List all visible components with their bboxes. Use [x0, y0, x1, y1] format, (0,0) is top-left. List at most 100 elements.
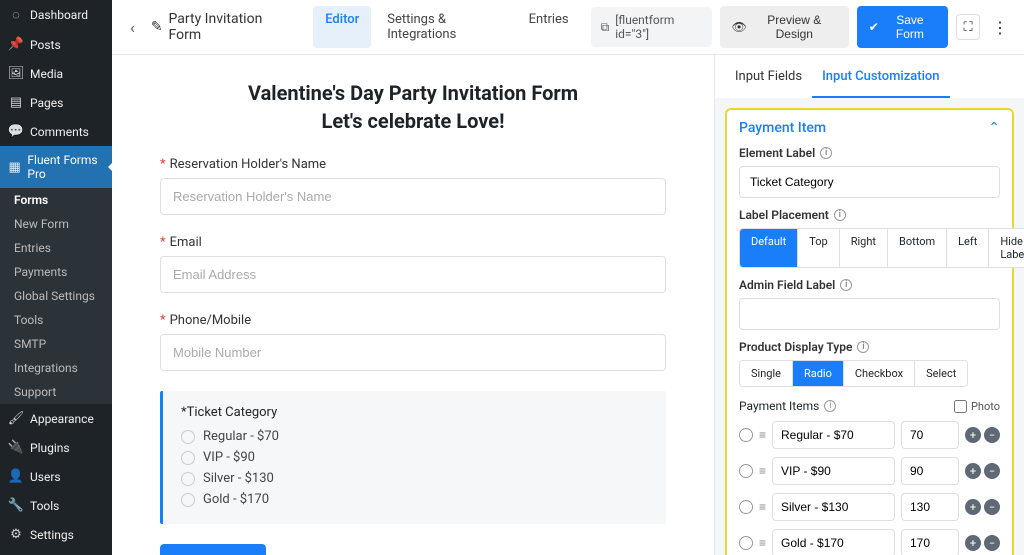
- wp-nav-collapse[interactable]: ◀Collapse menu: [0, 549, 112, 555]
- add-item-button[interactable]: +: [965, 535, 981, 551]
- remove-item-button[interactable]: −: [984, 499, 1000, 515]
- pill-default[interactable]: Default: [740, 229, 798, 267]
- preview-button[interactable]: 👁Preview & Design: [720, 6, 849, 48]
- tab-input-customization[interactable]: Input Customization: [812, 55, 949, 98]
- item-value-input[interactable]: [901, 493, 959, 521]
- app-root: ◌Dashboard 📌Posts 🖼Media ▤Pages 💬Comment…: [0, 0, 1024, 555]
- form-canvas: Valentine's Day Party Invitation Form Le…: [112, 55, 714, 555]
- row-radio[interactable]: [739, 536, 753, 550]
- back-button[interactable]: ‹: [124, 14, 141, 41]
- wp-nav-appearance[interactable]: 🖌Appearance: [0, 404, 112, 433]
- tab-entries[interactable]: Entries: [517, 6, 581, 48]
- radio-icon: [181, 472, 195, 486]
- ticket-option[interactable]: Regular - $70: [181, 426, 648, 447]
- ticket-option[interactable]: Gold - $170: [181, 489, 648, 510]
- row-radio[interactable]: [739, 464, 753, 478]
- pill-checkbox[interactable]: Checkbox: [844, 361, 915, 386]
- item-value-input[interactable]: [901, 529, 959, 555]
- wp-sub-tools[interactable]: Tools: [0, 308, 112, 332]
- wp-nav-settings[interactable]: ⚙Settings: [0, 520, 112, 549]
- wp-sub-entries[interactable]: Entries: [0, 236, 112, 260]
- pill-radio[interactable]: Radio: [793, 361, 844, 386]
- shortcode-badge[interactable]: ⧉ [fluentform id="3"]: [591, 7, 712, 47]
- item-name-input[interactable]: [772, 529, 895, 555]
- remove-item-button[interactable]: −: [984, 427, 1000, 443]
- item-name-input[interactable]: [772, 457, 895, 485]
- drag-handle-icon[interactable]: ≡: [759, 428, 766, 442]
- pill-top[interactable]: Top: [798, 229, 839, 267]
- info-icon[interactable]: i: [834, 209, 846, 221]
- field-name[interactable]: *Reservation Holder's Name: [160, 157, 666, 215]
- panel-header-payment-item[interactable]: Payment Item ⌃: [739, 120, 1000, 136]
- element-label-input[interactable]: [739, 166, 1000, 198]
- field-email-input[interactable]: [160, 256, 666, 293]
- info-icon[interactable]: i: [824, 400, 836, 412]
- element-label-title: Element Labeli: [739, 146, 1000, 160]
- ticket-option[interactable]: VIP - $90: [181, 447, 648, 468]
- pill-left[interactable]: Left: [947, 229, 989, 267]
- form-title-crumb[interactable]: Party Invitation Form: [169, 11, 290, 43]
- pill-hide[interactable]: Hide Label: [989, 229, 1024, 267]
- wp-nav-media[interactable]: 🖼Media: [0, 59, 112, 88]
- pill-bottom[interactable]: Bottom: [888, 229, 947, 267]
- wp-sub-forms[interactable]: Forms: [0, 188, 112, 212]
- photo-checkbox[interactable]: Photo: [954, 400, 1000, 413]
- info-icon[interactable]: i: [857, 341, 869, 353]
- row-radio[interactable]: [739, 428, 753, 442]
- pill-single[interactable]: Single: [740, 361, 793, 386]
- wp-sub-support[interactable]: Support: [0, 380, 112, 404]
- pill-right[interactable]: Right: [840, 229, 888, 267]
- item-name-input[interactable]: [772, 493, 895, 521]
- info-icon[interactable]: i: [840, 279, 852, 291]
- info-icon[interactable]: i: [820, 147, 832, 159]
- wp-nav-plugins[interactable]: 🔌Plugins: [0, 433, 112, 462]
- wp-sub-integrations[interactable]: Integrations: [0, 356, 112, 380]
- admin-label-input[interactable]: [739, 298, 1000, 330]
- item-value-input[interactable]: [901, 421, 959, 449]
- wp-nav-comments[interactable]: 💬Comments: [0, 117, 112, 146]
- pill-select[interactable]: Select: [915, 361, 967, 386]
- label-placement-title: Label Placementi: [739, 208, 1000, 222]
- submit-button[interactable]: Submit Form: [160, 544, 266, 555]
- wp-sub-newform[interactable]: New Form: [0, 212, 112, 236]
- add-item-button[interactable]: +: [965, 463, 981, 479]
- field-phone[interactable]: *Phone/Mobile: [160, 313, 666, 371]
- wp-nav-dashboard[interactable]: ◌Dashboard: [0, 0, 112, 30]
- photo-checkbox-input[interactable]: [954, 400, 967, 413]
- add-item-button[interactable]: +: [965, 427, 981, 443]
- gauge-icon: ◌: [8, 7, 24, 23]
- item-name-input[interactable]: [772, 421, 895, 449]
- wp-submenu-fluent: Forms New Form Entries Payments Global S…: [0, 188, 112, 404]
- drag-handle-icon[interactable]: ≡: [759, 464, 766, 478]
- save-button[interactable]: ✔Save Form: [857, 6, 948, 48]
- payment-item-panel: Payment Item ⌃ Element Labeli Label Plac…: [725, 108, 1014, 555]
- ticket-option[interactable]: Silver - $130: [181, 468, 648, 489]
- remove-item-button[interactable]: −: [984, 535, 1000, 551]
- tab-settings[interactable]: Settings & Integrations: [375, 6, 512, 48]
- field-email[interactable]: *Email: [160, 235, 666, 293]
- more-menu-button[interactable]: ⋮: [988, 18, 1012, 37]
- wp-nav-pages[interactable]: ▤Pages: [0, 88, 112, 117]
- ticket-options-list: Regular - $70 VIP - $90 Silver - $130 Go…: [181, 426, 648, 510]
- wp-sub-payments[interactable]: Payments: [0, 260, 112, 284]
- wp-nav-users[interactable]: 👤Users: [0, 462, 112, 491]
- field-ticket-category[interactable]: *Ticket Category Regular - $70 VIP - $90…: [160, 391, 666, 524]
- fullscreen-button[interactable]: ⛶: [956, 14, 980, 40]
- wp-sub-smtp[interactable]: SMTP: [0, 332, 112, 356]
- wp-nav-posts[interactable]: 📌Posts: [0, 30, 112, 59]
- tab-input-fields[interactable]: Input Fields: [725, 55, 812, 98]
- remove-item-button[interactable]: −: [984, 463, 1000, 479]
- tab-editor[interactable]: Editor: [313, 6, 371, 48]
- wp-nav-tools[interactable]: 🔧Tools: [0, 491, 112, 520]
- drag-handle-icon[interactable]: ≡: [759, 500, 766, 514]
- add-item-button[interactable]: +: [965, 499, 981, 515]
- row-radio[interactable]: [739, 500, 753, 514]
- field-phone-input[interactable]: [160, 334, 666, 371]
- wp-sub-globalsettings[interactable]: Global Settings: [0, 284, 112, 308]
- expand-icon: ⛶: [963, 20, 972, 35]
- drag-handle-icon[interactable]: ≡: [759, 536, 766, 550]
- wp-nav-fluentforms[interactable]: ▦Fluent Forms Pro: [0, 146, 112, 188]
- field-name-input[interactable]: [160, 178, 666, 215]
- item-value-input[interactable]: [901, 457, 959, 485]
- label-placement-pillbar: Default Top Right Bottom Left Hide Label: [739, 228, 1024, 268]
